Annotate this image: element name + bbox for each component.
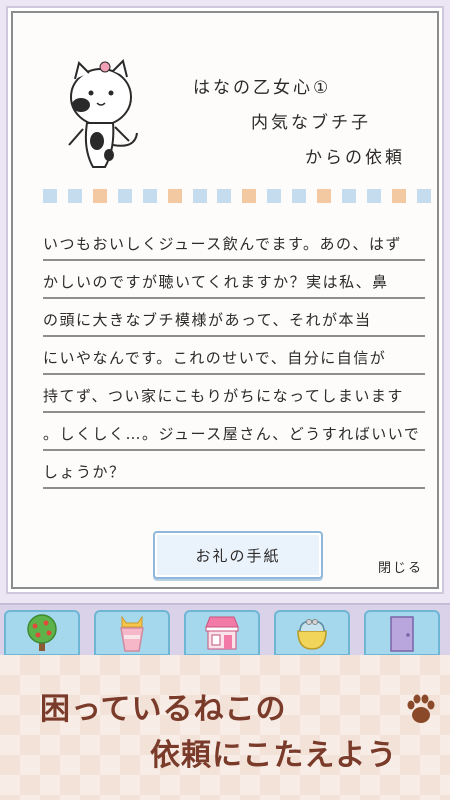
- letter-body-line: いつもおいしくジュース飲んでます。あの、はず: [43, 223, 425, 261]
- door-icon: [390, 616, 414, 652]
- paw-icon: [407, 694, 435, 723]
- stamp-blue: [267, 189, 282, 203]
- letter-body: いつもおいしくジュース飲んでます。あの、はず かしいのですが聴いてくれますか？実…: [43, 223, 425, 489]
- stamp-blue: [43, 189, 57, 203]
- tool-shop[interactable]: [184, 610, 260, 656]
- letter-card: はなの乙女心① 内気なブチ子 からの依頼 いつもおいしくジュース飲んでます。あの…: [11, 11, 439, 589]
- stamp-orange: [167, 189, 182, 203]
- juice-cup-icon: [120, 615, 144, 652]
- decorative-stamp-row: [43, 189, 431, 203]
- stamp-blue: [292, 189, 307, 203]
- stamp-blue: [117, 189, 132, 203]
- stamp-blue: [142, 189, 157, 203]
- stamp-orange: [92, 189, 107, 203]
- letter-body-line: 持てず、つい家にこもりがちになってしまいます: [43, 375, 425, 413]
- stamp-blue: [217, 189, 232, 203]
- stamp-blue: [366, 189, 381, 203]
- apple-tree-icon: [27, 614, 57, 651]
- cat-illustration: [68, 59, 138, 168]
- tool-purse[interactable]: [274, 610, 350, 656]
- stamp-orange: [391, 189, 406, 203]
- tool-door[interactable]: [364, 610, 440, 656]
- promo-headline-2: 依頼にこたえよう: [150, 738, 398, 773]
- bottom-toolbar: [0, 603, 450, 656]
- close-button[interactable]: 閉じる: [378, 557, 423, 576]
- letter-title-line-2: 内気なブチ子: [251, 113, 371, 133]
- stamp-orange: [317, 189, 332, 203]
- coin-purse-icon: [297, 619, 327, 650]
- letter-body-line: かしいのですが聴いてくれますか？実は私、鼻: [43, 261, 425, 299]
- letter-body-line: しょうか？: [43, 451, 425, 489]
- letter-title-line-3: からの依頼: [305, 148, 405, 168]
- tool-juice[interactable]: [94, 610, 170, 656]
- stamp-blue: [416, 189, 431, 203]
- stamp-blue: [67, 189, 82, 203]
- letter-body-line: 。しくしく…。ジュース屋さん、どうすればいいで: [43, 413, 425, 451]
- shop-icon: [205, 616, 239, 650]
- stamp-blue: [342, 189, 357, 203]
- tool-apple-tree[interactable]: [4, 610, 80, 656]
- promo-headline-1: 困っているねこの: [40, 692, 287, 727]
- letter-body-line: の頭に大きなブチ模様があって、それが本当: [43, 299, 425, 337]
- letter-title-line-1: はなの乙女心①: [193, 78, 332, 98]
- stamp-orange: [242, 189, 257, 203]
- thank-you-letter-button[interactable]: お礼の手紙: [153, 531, 323, 579]
- letter-body-line: にいやなんです。これのせいで、自分に自信が: [43, 337, 425, 375]
- stamp-blue: [192, 189, 207, 203]
